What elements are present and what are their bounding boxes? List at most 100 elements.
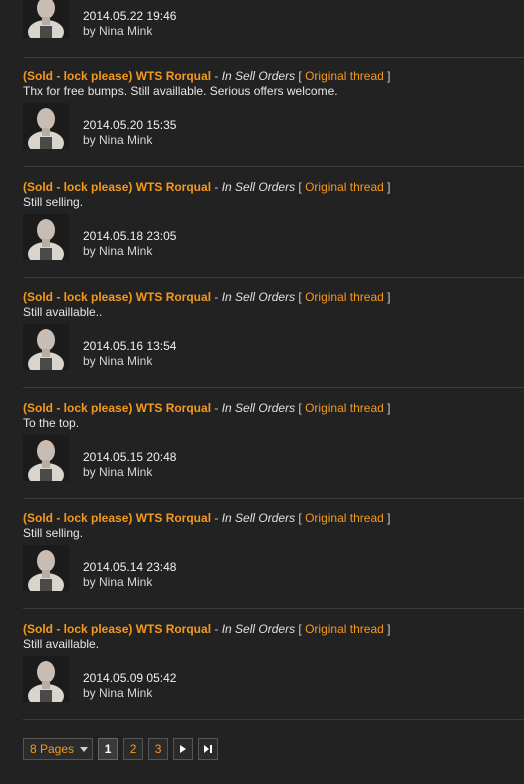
bracket-open: [: [295, 69, 306, 83]
post-entry: 2014.05.22 19:46 by Nina Mink: [23, 0, 524, 58]
forum-name: In Sell Orders: [221, 180, 296, 194]
post-title-line: (Sold - lock please) WTS Rorqual - In Se…: [23, 400, 390, 416]
title-separator: -: [211, 180, 222, 194]
post-body: Still selling.: [23, 526, 84, 540]
post-author: by Nina Mink: [83, 465, 153, 479]
post-meta: 2014.05.15 20:48 by Nina Mink: [83, 450, 176, 480]
post-date: 2014.05.20 15:35: [83, 118, 177, 132]
thread-title-link[interactable]: (Sold - lock please) WTS Rorqual: [23, 290, 211, 304]
bracket-open: [: [295, 401, 306, 415]
bracket-open: [: [295, 290, 306, 304]
post-title-line: (Sold - lock please) WTS Rorqual - In Se…: [23, 289, 390, 305]
bracket-close: ]: [383, 401, 391, 415]
post-date: 2014.05.22 19:46: [83, 9, 177, 23]
post-date: 2014.05.14 23:48: [83, 560, 177, 574]
original-thread-link[interactable]: Original thread: [305, 69, 384, 83]
pages-dropdown-label: 8 Pages: [30, 742, 75, 756]
post-entry: (Sold - lock please) WTS Rorqual - In Se…: [23, 621, 524, 731]
post-title-line: (Sold - lock please) WTS Rorqual - In Se…: [23, 510, 390, 526]
thread-title-link[interactable]: (Sold - lock please) WTS Rorqual: [23, 180, 211, 194]
post-author: by Nina Mink: [83, 244, 153, 258]
post-body: Still availlable..: [23, 305, 103, 319]
post-entry: (Sold - lock please) WTS Rorqual - In Se…: [23, 68, 524, 178]
post-title-line: (Sold - lock please) WTS Rorqual - In Se…: [23, 621, 390, 637]
post-author: by Nina Mink: [83, 686, 153, 700]
title-separator: -: [211, 69, 222, 83]
avatar[interactable]: [23, 103, 69, 149]
original-thread-link[interactable]: Original thread: [305, 290, 384, 304]
avatar[interactable]: [23, 435, 69, 481]
next-page-button[interactable]: [173, 738, 194, 760]
divider: [23, 719, 524, 720]
thread-title-link[interactable]: (Sold - lock please) WTS Rorqual: [23, 401, 211, 415]
post-title-line: (Sold - lock please) WTS Rorqual - In Se…: [23, 68, 390, 84]
post-meta: 2014.05.20 15:35 by Nina Mink: [83, 118, 176, 148]
bracket-close: ]: [383, 511, 391, 525]
original-thread-link[interactable]: Original thread: [305, 622, 384, 636]
post-date: 2014.05.15 20:48: [83, 450, 177, 464]
thread-title-link[interactable]: (Sold - lock please) WTS Rorqual: [23, 622, 211, 636]
pagination: 8 Pages 1 2 3: [23, 738, 223, 760]
post-date: 2014.05.16 13:54: [83, 339, 177, 353]
bracket-open: [: [295, 622, 306, 636]
last-page-icon: [204, 745, 213, 753]
post-meta: 2014.05.22 19:46 by Nina Mink: [83, 9, 176, 39]
forum-name: In Sell Orders: [221, 290, 296, 304]
post-title-line: (Sold - lock please) WTS Rorqual - In Se…: [23, 179, 390, 195]
post-body: Thx for free bumps. Still availlable. Se…: [23, 84, 338, 98]
post-meta: 2014.05.18 23:05 by Nina Mink: [83, 229, 176, 259]
post-body: Still availlable.: [23, 637, 100, 651]
divider: [23, 277, 524, 278]
avatar[interactable]: [23, 324, 69, 370]
post-author: by Nina Mink: [83, 24, 153, 38]
post-entry: (Sold - lock please) WTS Rorqual - In Se…: [23, 510, 524, 620]
thread-title-link[interactable]: (Sold - lock please) WTS Rorqual: [23, 511, 211, 525]
next-page-icon: [180, 745, 187, 753]
post-author: by Nina Mink: [83, 354, 153, 368]
bracket-close: ]: [383, 180, 391, 194]
bracket-close: ]: [383, 622, 391, 636]
post-body: To the top.: [23, 416, 80, 430]
last-page-button[interactable]: [198, 738, 219, 760]
post-entry: (Sold - lock please) WTS Rorqual - In Se…: [23, 179, 524, 289]
avatar[interactable]: [23, 545, 69, 591]
chevron-down-icon: [80, 746, 89, 752]
avatar[interactable]: [23, 214, 69, 260]
post-author: by Nina Mink: [83, 575, 153, 589]
forum-name: In Sell Orders: [221, 511, 296, 525]
avatar[interactable]: [23, 0, 69, 38]
post-entry: (Sold - lock please) WTS Rorqual - In Se…: [23, 289, 524, 399]
divider: [23, 498, 524, 499]
divider: [23, 166, 524, 167]
post-history-page: 2014.05.22 19:46 by Nina Mink (Sold - lo…: [0, 0, 524, 784]
divider: [23, 387, 524, 388]
forum-name: In Sell Orders: [221, 622, 296, 636]
title-separator: -: [211, 511, 222, 525]
post-date: 2014.05.09 05:42: [83, 671, 177, 685]
thread-title-link[interactable]: (Sold - lock please) WTS Rorqual: [23, 69, 211, 83]
pages-dropdown[interactable]: 8 Pages: [23, 738, 94, 760]
page-button-2[interactable]: 2: [123, 738, 144, 760]
bracket-close: ]: [383, 69, 391, 83]
divider: [23, 608, 524, 609]
title-separator: -: [211, 622, 222, 636]
title-separator: -: [211, 290, 222, 304]
post-meta: 2014.05.09 05:42 by Nina Mink: [83, 671, 176, 701]
bracket-close: ]: [383, 290, 391, 304]
forum-name: In Sell Orders: [221, 69, 296, 83]
forum-name: In Sell Orders: [221, 401, 296, 415]
post-meta: 2014.05.16 13:54 by Nina Mink: [83, 339, 176, 369]
page-button-1[interactable]: 1: [98, 738, 119, 760]
original-thread-link[interactable]: Original thread: [305, 401, 384, 415]
post-date: 2014.05.18 23:05: [83, 229, 177, 243]
post-body: Still selling.: [23, 195, 84, 209]
page-button-3[interactable]: 3: [148, 738, 169, 760]
divider: [23, 57, 524, 58]
post-meta: 2014.05.14 23:48 by Nina Mink: [83, 560, 176, 590]
original-thread-link[interactable]: Original thread: [305, 180, 384, 194]
avatar[interactable]: [23, 656, 69, 702]
bracket-open: [: [295, 511, 306, 525]
original-thread-link[interactable]: Original thread: [305, 511, 384, 525]
post-entry: (Sold - lock please) WTS Rorqual - In Se…: [23, 400, 524, 510]
post-author: by Nina Mink: [83, 133, 153, 147]
